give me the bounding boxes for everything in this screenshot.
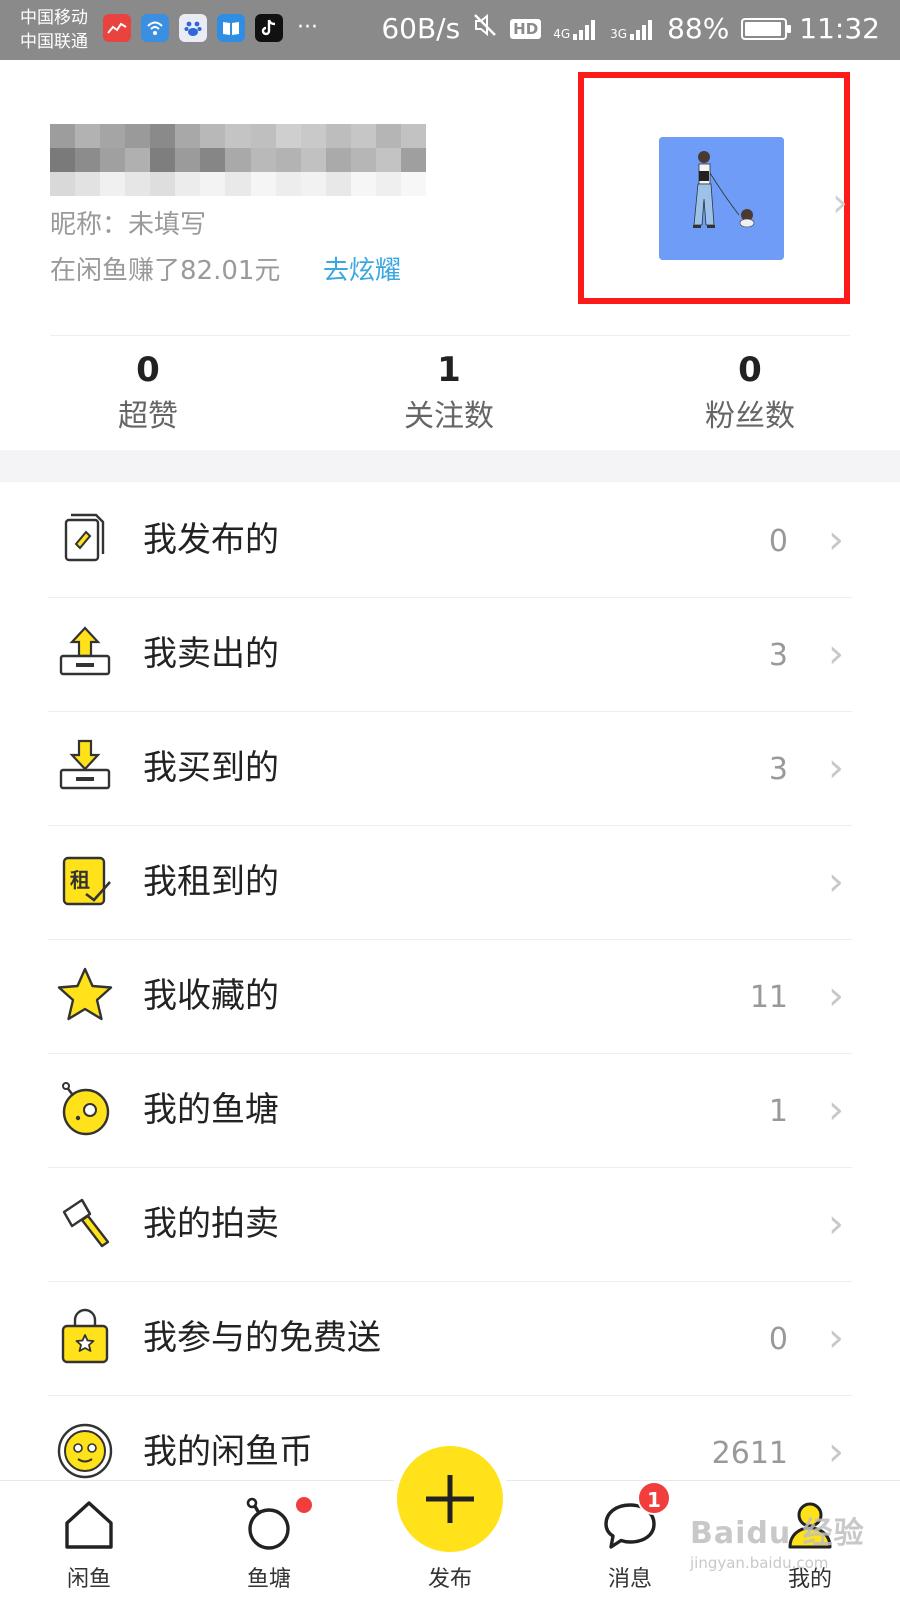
system-status: 60B/s HD 4G 3G 88% 11:32 [381, 12, 880, 45]
avatar[interactable] [659, 137, 784, 260]
wifi-app-icon [141, 14, 169, 42]
menu-label: 我参与的免费送 [143, 1318, 381, 1358]
section-gap [0, 450, 900, 482]
tab-pond[interactable]: 鱼塘 [209, 1481, 329, 1600]
stat-label: 超赞 [118, 399, 178, 434]
tab-messages[interactable]: 1 消息 [570, 1481, 690, 1600]
stat-followers[interactable]: 0 粉丝数 [650, 345, 850, 439]
menu-count: 11 [749, 980, 788, 1015]
watermark-line-1: Baidu 经验 [690, 1516, 865, 1551]
tab-home[interactable]: 闲鱼 [29, 1481, 149, 1600]
chevron-right-icon: › [828, 517, 844, 563]
profile-header[interactable]: 昵称：未填写 在闲鱼赚了82.01元 去炫耀 › 0 超赞 1 关注数 0 粉丝… [0, 60, 900, 450]
coin-icon [56, 1422, 114, 1480]
menu-item-sold[interactable]: 我卖出的 3 › [0, 596, 900, 712]
box-upload-icon [56, 624, 114, 682]
watermark-line-2: jingyan.baidu.com [690, 1554, 829, 1572]
chevron-right-icon: › [828, 1087, 844, 1133]
nickname-text: 昵称：未填写 [50, 210, 207, 240]
stat-label: 粉丝数 [705, 399, 795, 434]
stat-label: 关注数 [404, 399, 494, 434]
menu-item-favorites[interactable]: 我收藏的 11 › [0, 938, 900, 1054]
message-badge: 1 [637, 1481, 671, 1515]
hd-icon: HD [510, 18, 542, 39]
stat-likes[interactable]: 0 超赞 [48, 345, 248, 439]
chevron-right-icon: › [828, 745, 844, 791]
home-icon [59, 1495, 119, 1555]
carrier-2: 中国联通 [20, 32, 88, 52]
clock: 11:32 [799, 12, 880, 45]
menu-item-published[interactable]: 我发布的 0 › [0, 482, 900, 598]
chevron-right-icon: › [828, 973, 844, 1019]
baidu-watermark: Baidu 经验 jingyan.baidu.com [690, 1508, 865, 1572]
menu-label: 我收藏的 [143, 976, 279, 1016]
stats-row: 0 超赞 1 关注数 0 粉丝数 [0, 345, 900, 445]
tab-label: 鱼塘 [246, 1567, 291, 1592]
menu-count: 0 [768, 524, 788, 559]
chart-app-icon [103, 14, 131, 42]
signal-3g-icon: 3G [610, 18, 655, 40]
battery-icon [741, 17, 792, 40]
tiktok-app-icon [255, 14, 283, 42]
pond-notification-dot [296, 1497, 312, 1513]
menu-item-fish-pond[interactable]: 我的鱼塘 1 › [0, 1052, 900, 1168]
show-off-link[interactable]: 去炫耀 [323, 250, 401, 287]
plus-icon [426, 1475, 474, 1523]
menu-label: 我租到的 [143, 862, 279, 902]
chevron-right-icon: › [828, 1315, 844, 1361]
gift-bag-icon [56, 1308, 114, 1366]
menu-count: 2611 [711, 1436, 788, 1471]
publish-button[interactable] [397, 1446, 503, 1552]
menu-label: 我买到的 [143, 748, 279, 788]
chevron-right-icon: › [828, 1201, 844, 1247]
menu-item-rented[interactable]: 租 我租到的 › [0, 824, 900, 940]
status-bar: 中国移动 中国联通 ··· 60B/s HD 4G 3G 88% 11:32 [0, 0, 900, 60]
stat-following[interactable]: 1 关注数 [349, 345, 549, 439]
menu-label: 我卖出的 [143, 634, 279, 674]
menu-count: 0 [768, 1322, 788, 1357]
box-download-icon [56, 738, 114, 796]
fish-pond-icon [56, 1080, 114, 1138]
chevron-right-icon: › [828, 631, 844, 677]
menu-item-bought[interactable]: 我买到的 3 › [0, 710, 900, 826]
blurred-username [50, 124, 426, 196]
tab-label: 闲鱼 [66, 1567, 111, 1592]
more-notifications: ··· [297, 15, 318, 40]
tab-label: 消息 [607, 1567, 652, 1592]
menu-label: 我的拍卖 [143, 1204, 279, 1244]
rent-icon: 租 [56, 852, 114, 910]
tab-publish[interactable]: 发布 [390, 1446, 510, 1600]
menu-label: 我发布的 [143, 520, 279, 560]
baidu-app-icon [179, 14, 207, 42]
menu-item-auction[interactable]: 我的拍卖 › [0, 1166, 900, 1282]
earnings-text: 在闲鱼赚了82.01元 [50, 256, 281, 286]
auction-hammer-icon [56, 1194, 114, 1252]
menu-label: 我的闲鱼币 [143, 1432, 313, 1472]
menu-count: 3 [768, 638, 788, 673]
mute-icon [472, 12, 498, 45]
stat-value: 0 [738, 350, 762, 390]
carrier-1: 中国移动 [20, 8, 88, 28]
menu-count: 3 [768, 752, 788, 787]
tab-label: 发布 [427, 1567, 472, 1592]
net-speed: 60B/s [381, 12, 461, 45]
chevron-right-icon: › [828, 1429, 844, 1475]
rent-icon-text: 租 [70, 868, 90, 892]
menu-count: 1 [768, 1094, 788, 1129]
chevron-right-icon: › [828, 859, 844, 905]
battery-percent: 88% [667, 12, 730, 45]
menu-label: 我的鱼塘 [143, 1090, 279, 1130]
menu-item-free-giveaway[interactable]: 我参与的免费送 0 › [0, 1280, 900, 1396]
signal-4g-icon: 4G [553, 18, 598, 40]
pond-ring-icon [239, 1495, 299, 1555]
stat-value: 1 [437, 350, 461, 390]
star-icon [56, 966, 114, 1024]
book-app-icon [217, 14, 245, 42]
notification-icons: ··· [103, 14, 318, 42]
profile-chevron-icon: › [832, 180, 848, 226]
carrier-info: 中国移动 中国联通 [20, 6, 88, 54]
stat-value: 0 [136, 350, 160, 390]
document-edit-icon [56, 510, 114, 568]
